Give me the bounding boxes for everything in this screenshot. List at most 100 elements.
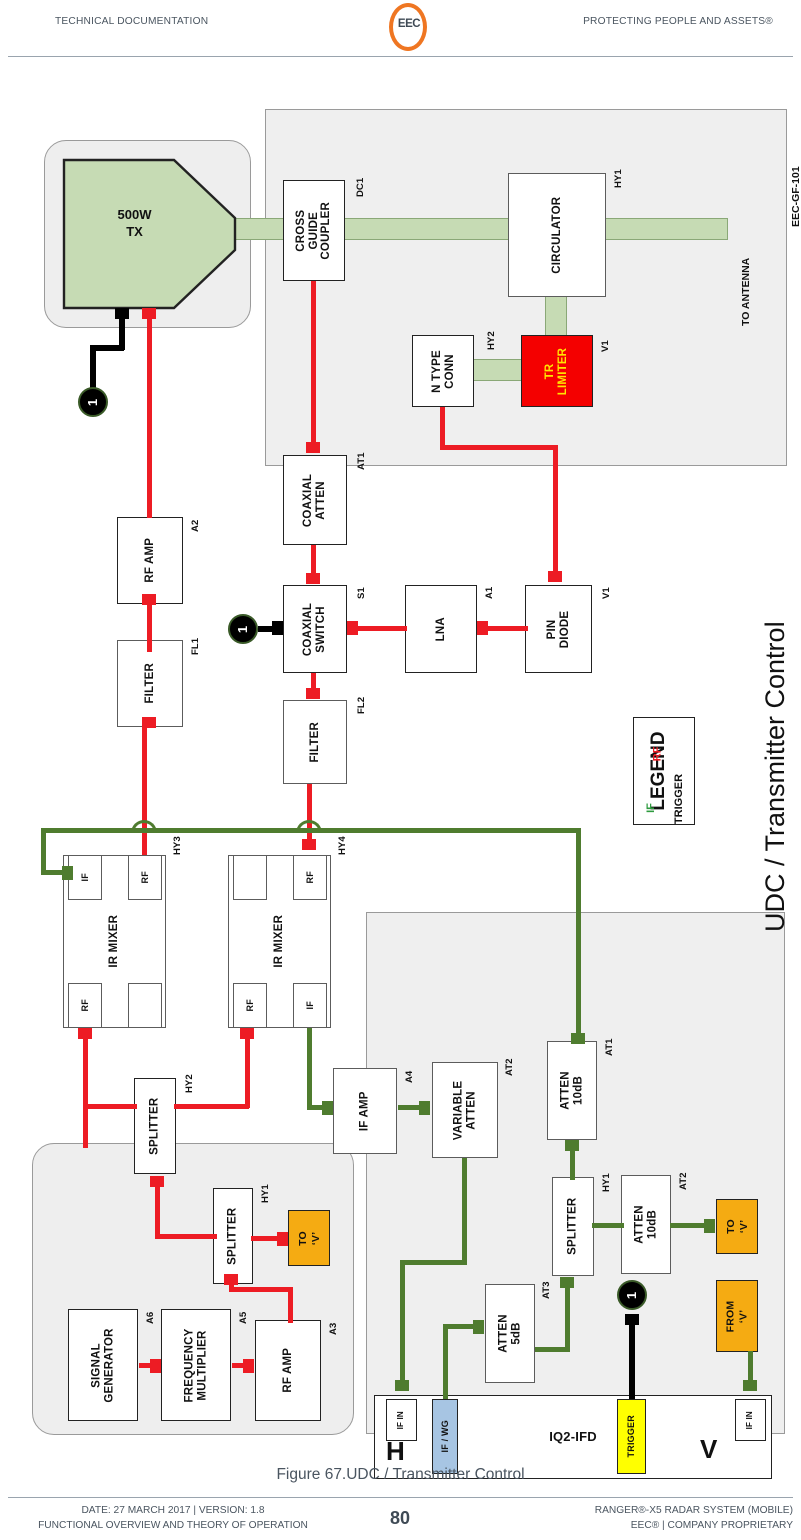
block-cross-guide-coupler[interactable]: CROSS GUIDE COUPLER [283, 180, 345, 281]
document-code: EEC-GF-101 [790, 166, 801, 227]
if-line-hop-hy3 [131, 820, 157, 833]
block-rf-amp-a2[interactable]: RF AMP [117, 517, 183, 604]
block-pin-diode[interactable]: PIN DIODE [525, 585, 592, 673]
rf-path-conn-to-pindiode-h [440, 445, 557, 450]
arrowhead [306, 442, 320, 453]
arrowhead [150, 1176, 164, 1187]
rf-path-to-pindiode-down [553, 445, 558, 573]
block-label: COAXIAL ATTEN [302, 473, 328, 527]
transmitter-label: 500W TX [117, 207, 152, 239]
block-label: TO ‘V’ [296, 1230, 321, 1246]
port-trigger: TRIGGER [617, 1399, 646, 1474]
ref-a2-rf-amp: A2 [190, 519, 201, 532]
page-header: TECHNICAL DOCUMENTATION EEC PROTECTING P… [0, 0, 801, 60]
block-atten-5db-at3[interactable]: ATTEN 5dB [485, 1284, 535, 1383]
port-label: RF [79, 999, 90, 1012]
rf-path-to-hy4-rf [245, 1038, 250, 1108]
block-atten-10db-at2[interactable]: ATTEN 10dB [621, 1175, 671, 1274]
port-hy4-blank-top [233, 855, 267, 900]
if-path-ifwg-right [443, 1324, 475, 1329]
block-frequency-multiplier[interactable]: FREQUENCY MULTIPLIER [161, 1309, 231, 1421]
block-label: CROSS GUIDE COUPLER [295, 201, 333, 260]
if-path-vatten-left [400, 1260, 467, 1265]
block-label: COAXIAL SWITCH [302, 602, 328, 656]
rf-path-hy1-to-hy2-v [155, 1186, 160, 1238]
ref-hy2-splitter: HY2 [184, 1074, 195, 1093]
block-splitter-hy1-right[interactable]: SPLITTER [552, 1177, 594, 1276]
header-divider [8, 56, 793, 57]
port-hy3-rf-top: RF [128, 855, 162, 900]
port-hy4-rf-bot: RF [233, 983, 267, 1028]
header-right-text: PROTECTING PEOPLE AND ASSETS® [583, 16, 773, 27]
block-signal-generator[interactable]: SIGNAL GENERATOR [68, 1309, 138, 1421]
rf-path-conn-to-pindiode-v [440, 407, 445, 449]
port-label: IF / WG [439, 1420, 450, 1453]
arrowhead [115, 308, 129, 319]
ref-a1-lna: A1 [484, 586, 495, 599]
port-hy4-if-bot: IF [293, 983, 327, 1028]
arrowhead [142, 594, 156, 605]
block-label: ATTEN 5dB [497, 1314, 522, 1353]
arrowhead [322, 1101, 333, 1115]
waveguide-circulator-to-antenna [602, 218, 728, 240]
block-rf-amp-a3[interactable]: RF AMP [255, 1320, 321, 1421]
waveguide-coupler-to-circulator [344, 218, 510, 240]
arrowhead [306, 573, 320, 584]
trigger-path-iq2-up [629, 1324, 635, 1399]
block-from-v[interactable]: FROM ‘V’ [716, 1280, 758, 1352]
rf-path-splitter-to-hy3 [83, 1107, 88, 1148]
arrowhead [477, 621, 488, 635]
if-line-hop-hy4 [296, 820, 322, 833]
header-left-text: TECHNICAL DOCUMENTATION [55, 16, 209, 27]
polarization-v-label: V [700, 1434, 718, 1464]
block-splitter-hy1-left[interactable]: SPLITTER [213, 1188, 253, 1284]
port-hy3-rf-bot: RF [68, 983, 102, 1028]
footer-left: DATE: 27 MARCH 2017 | VERSION: 1.8 FUNCT… [8, 1503, 338, 1533]
block-filter-fl2[interactable]: FILTER [283, 700, 347, 784]
block-coaxial-atten[interactable]: COAXIAL ATTEN [283, 455, 347, 545]
block-filter-fl1[interactable]: FILTER [117, 640, 183, 727]
block-coaxial-switch[interactable]: COAXIAL SWITCH [283, 585, 347, 673]
block-variable-atten[interactable]: VARIABLE ATTEN [432, 1062, 498, 1158]
block-to-v-right[interactable]: TO ‘V’ [716, 1199, 758, 1254]
arrowhead [625, 1314, 639, 1325]
block-lna[interactable]: LNA [405, 585, 477, 673]
page-number: 80 [389, 1508, 411, 1528]
rf-path-splitter-hy2-left [83, 1104, 137, 1109]
block-to-v-left[interactable]: TO ‘V’ [288, 1210, 330, 1266]
if-path-to-ifin-h [400, 1260, 405, 1384]
block-tr-limiter[interactable]: TR LIMITER [521, 335, 593, 407]
block-splitter-hy2[interactable]: SPLITTER [134, 1078, 176, 1174]
ref-dc1: DC1 [355, 177, 366, 197]
if-path-vatten-down [462, 1158, 467, 1265]
rf-path-rfamp-to-tx [147, 318, 152, 518]
block-atten-10db-at1[interactable]: ATTEN 10dB [547, 1041, 597, 1140]
block-label: SPLITTER [566, 1197, 579, 1256]
if-path-ifamp-to-vatten [398, 1105, 421, 1110]
ref-hy2-conn: HY2 [486, 331, 497, 350]
if-path-at3-up [565, 1287, 570, 1349]
ref-hy3: HY3 [172, 836, 183, 855]
rf-path-atten-to-switch [311, 545, 316, 575]
if-path-ifwg-up [443, 1324, 448, 1399]
arrowhead [142, 717, 156, 728]
port-hy3-if-top: IF [68, 855, 102, 900]
arrowhead [272, 621, 283, 635]
ref-a4-if-amp: A4 [404, 1070, 415, 1083]
block-label: VARIABLE ATTEN [452, 1080, 478, 1140]
block-label: PIN DIODE [545, 610, 571, 648]
block-circulator[interactable]: CIRCULATOR [508, 173, 606, 297]
marker-label: 1 [235, 625, 251, 633]
port-if-in-v: IF IN [735, 1399, 766, 1441]
block-n-type-conn[interactable]: N TYPE CONN [412, 335, 474, 407]
block-label: ATTEN 10dB [559, 1071, 584, 1110]
marker-label: 1 [624, 1291, 640, 1299]
block-label: TO ‘V’ [724, 1219, 749, 1234]
block-label: SPLITTER [226, 1207, 239, 1265]
arrowhead [347, 621, 358, 635]
arrowhead [560, 1277, 574, 1288]
block-if-amp[interactable]: IF AMP [333, 1068, 397, 1154]
legend-item-if: IF [644, 803, 657, 813]
arrowhead [571, 1033, 585, 1044]
rf-path-lna-to-switch [358, 626, 407, 631]
